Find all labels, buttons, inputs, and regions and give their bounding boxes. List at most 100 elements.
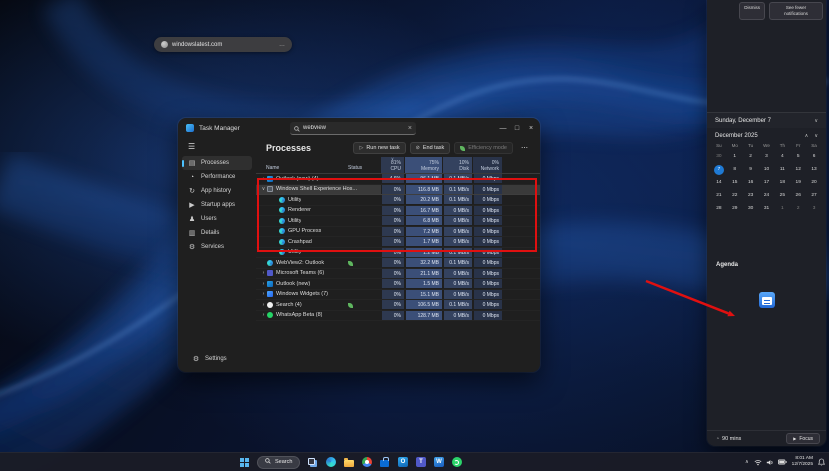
battery-icon[interactable]	[778, 459, 787, 465]
search-box[interactable]: ×	[290, 122, 416, 135]
calendar-day[interactable]: 23	[743, 189, 759, 202]
run-new-task-button[interactable]: ▷ Run new task	[353, 142, 405, 154]
column-network[interactable]: 0% Network	[473, 157, 502, 173]
calendar-day[interactable]: 20	[806, 176, 822, 189]
sidebar-item-settings[interactable]: ⚙ Settings	[186, 352, 248, 366]
calendar-day[interactable]: 21	[711, 189, 727, 202]
collapse-icon[interactable]: ∨	[260, 186, 267, 192]
expand-icon[interactable]: ›	[260, 176, 267, 182]
calendar-day[interactable]: 25	[774, 189, 790, 202]
hidden-icons-chevron[interactable]: ∧	[745, 459, 749, 465]
calendar-day[interactable]: 18	[774, 176, 790, 189]
process-row[interactable]: Crashpad0%1.7 MB0 MB/s0 Mbps	[256, 237, 540, 248]
expand-icon[interactable]: ›	[260, 302, 267, 308]
column-memory[interactable]: 75% Memory	[405, 157, 442, 173]
calendar-day[interactable]: 15	[727, 176, 743, 189]
menu-toggle-button[interactable]: ☰	[188, 142, 256, 151]
calendar-day[interactable]: 31	[759, 202, 775, 215]
dismiss-button[interactable]: Dismiss	[739, 2, 765, 20]
next-month-icon[interactable]: ∨	[814, 133, 818, 139]
sidebar-item-processes[interactable]: ▤Processes	[182, 156, 252, 170]
process-row[interactable]: ›Windows Widgets (7)0%15.1 MB0 MB/s0 Mbp…	[256, 290, 540, 301]
process-row[interactable]: Utility0%1.2 MB0.1 MB/s0 Mbps	[256, 248, 540, 259]
process-row[interactable]: WebView2: Outlook0%32.2 MB0.1 MB/s0 Mbps	[256, 258, 540, 269]
calendar-day[interactable]: 24	[759, 189, 775, 202]
calendar-day[interactable]: 30	[743, 202, 759, 215]
column-name[interactable]: Name	[266, 165, 279, 171]
process-row[interactable]: ›Outlook (new)0%1.5 MB0 MB/s0 Mbps	[256, 279, 540, 290]
sidebar-item-startup-apps[interactable]: ▶Startup apps	[182, 198, 252, 212]
calendar-date-header[interactable]: Sunday, December 7 ∨	[707, 112, 826, 128]
maximize-button[interactable]: □	[510, 118, 524, 138]
end-task-button[interactable]: ⊘ End task	[410, 142, 451, 154]
edge-icon[interactable]	[324, 456, 337, 469]
sidebar-item-performance[interactable]: ◔Performance	[182, 170, 252, 184]
whatsapp-icon[interactable]	[450, 456, 463, 469]
process-row[interactable]: GPU Process0%7.2 MB0 MB/s0 Mbps	[256, 227, 540, 238]
notification-bell-icon[interactable]	[818, 453, 825, 471]
calendar-day[interactable]: 22	[727, 189, 743, 202]
calendar-day[interactable]: 2	[743, 150, 759, 163]
focus-minutes-label[interactable]: 90 mins	[722, 436, 741, 442]
calendar-day[interactable]: 1	[774, 202, 790, 215]
sidebar-item-details[interactable]: ▥Details	[182, 226, 252, 240]
calendar-day[interactable]: 17	[759, 176, 775, 189]
calendar-day[interactable]: 8	[727, 163, 743, 176]
focus-button[interactable]: ▶ Focus	[786, 433, 820, 444]
calendar-day[interactable]: 3	[759, 150, 775, 163]
column-status[interactable]: Status	[348, 165, 362, 171]
collapse-calendar-icon[interactable]: ∨	[814, 118, 818, 124]
calendar-day[interactable]: 1	[727, 150, 743, 163]
calendar-day[interactable]: 11	[774, 163, 790, 176]
more-options-button[interactable]: ⋯	[517, 142, 532, 154]
calendar-day[interactable]: 28	[711, 202, 727, 215]
process-row[interactable]: ›Search (4)0%106.5 MB0.1 MB/s0 Mbps	[256, 300, 540, 311]
column-disk[interactable]: 10% Disk	[443, 157, 472, 173]
sidebar-item-services[interactable]: ⚙Services	[182, 240, 252, 254]
calendar-day[interactable]: 3	[806, 202, 822, 215]
process-row[interactable]: ›WhatsApp Beta (8)0%128.7 MB0 MB/s0 Mbps	[256, 311, 540, 322]
outlook-icon[interactable]: O	[396, 456, 409, 469]
expand-icon[interactable]: ›	[260, 270, 267, 276]
process-row[interactable]: ›Microsoft Teams (6)0%21.1 MB0 MB/s0 Mbp…	[256, 269, 540, 280]
file-explorer-icon[interactable]	[342, 456, 355, 469]
process-row[interactable]: Utility0%6.8 MB0 MB/s0 Mbps	[256, 216, 540, 227]
browser-address-pill[interactable]: windowslatest.com …	[154, 37, 292, 52]
calendar-day[interactable]: 16	[743, 176, 759, 189]
calendar-day[interactable]: 9	[743, 163, 759, 176]
see-fewer-notifications-button[interactable]: See fewer notifications	[769, 2, 823, 20]
taskbar-search[interactable]: Search	[257, 456, 300, 469]
calendar-day[interactable]: 27	[806, 189, 822, 202]
calendar-day[interactable]: 13	[806, 163, 822, 176]
wifi-icon[interactable]	[754, 459, 762, 466]
sidebar-item-users[interactable]: ♟Users	[182, 212, 252, 226]
process-row[interactable]: Renderer0%16.7 MB0 MB/s0 Mbps	[256, 206, 540, 217]
calendar-day[interactable]: 14	[711, 176, 727, 189]
calendar-day[interactable]: 30	[711, 150, 727, 163]
calendar-day[interactable]: 4	[774, 150, 790, 163]
previous-month-icon[interactable]: ∧	[805, 133, 809, 139]
teams-icon[interactable]: T	[414, 456, 427, 469]
clear-search-icon[interactable]: ×	[408, 125, 412, 132]
calendar-day[interactable]: 26	[790, 189, 806, 202]
volume-icon[interactable]	[766, 459, 774, 466]
column-cpu[interactable]: ∨ 81% CPU	[381, 157, 404, 173]
minimize-button[interactable]: —	[496, 118, 510, 138]
calendar-day[interactable]: 12	[790, 163, 806, 176]
expand-icon[interactable]: ›	[260, 312, 267, 318]
taskbar-clock[interactable]: 8:01 AM 12/7/2025	[792, 456, 813, 467]
calendar-day-selected[interactable]: 7	[711, 163, 727, 176]
start-button[interactable]	[238, 456, 251, 469]
calendar-day[interactable]: 2	[790, 202, 806, 215]
chrome-icon[interactable]	[360, 456, 373, 469]
calendar-day[interactable]: 5	[790, 150, 806, 163]
calendar-day[interactable]: 19	[790, 176, 806, 189]
expand-icon[interactable]: ›	[260, 291, 267, 297]
calendar-day[interactable]: 6	[806, 150, 822, 163]
sidebar-item-app-history[interactable]: ↻App history	[182, 184, 252, 198]
task-view-icon[interactable]	[306, 456, 319, 469]
store-icon[interactable]	[378, 456, 391, 469]
word-icon[interactable]: W	[432, 456, 445, 469]
process-row[interactable]: Utility0%20.2 MB0.1 MB/s0 Mbps	[256, 195, 540, 206]
expand-icon[interactable]: ›	[260, 281, 267, 287]
